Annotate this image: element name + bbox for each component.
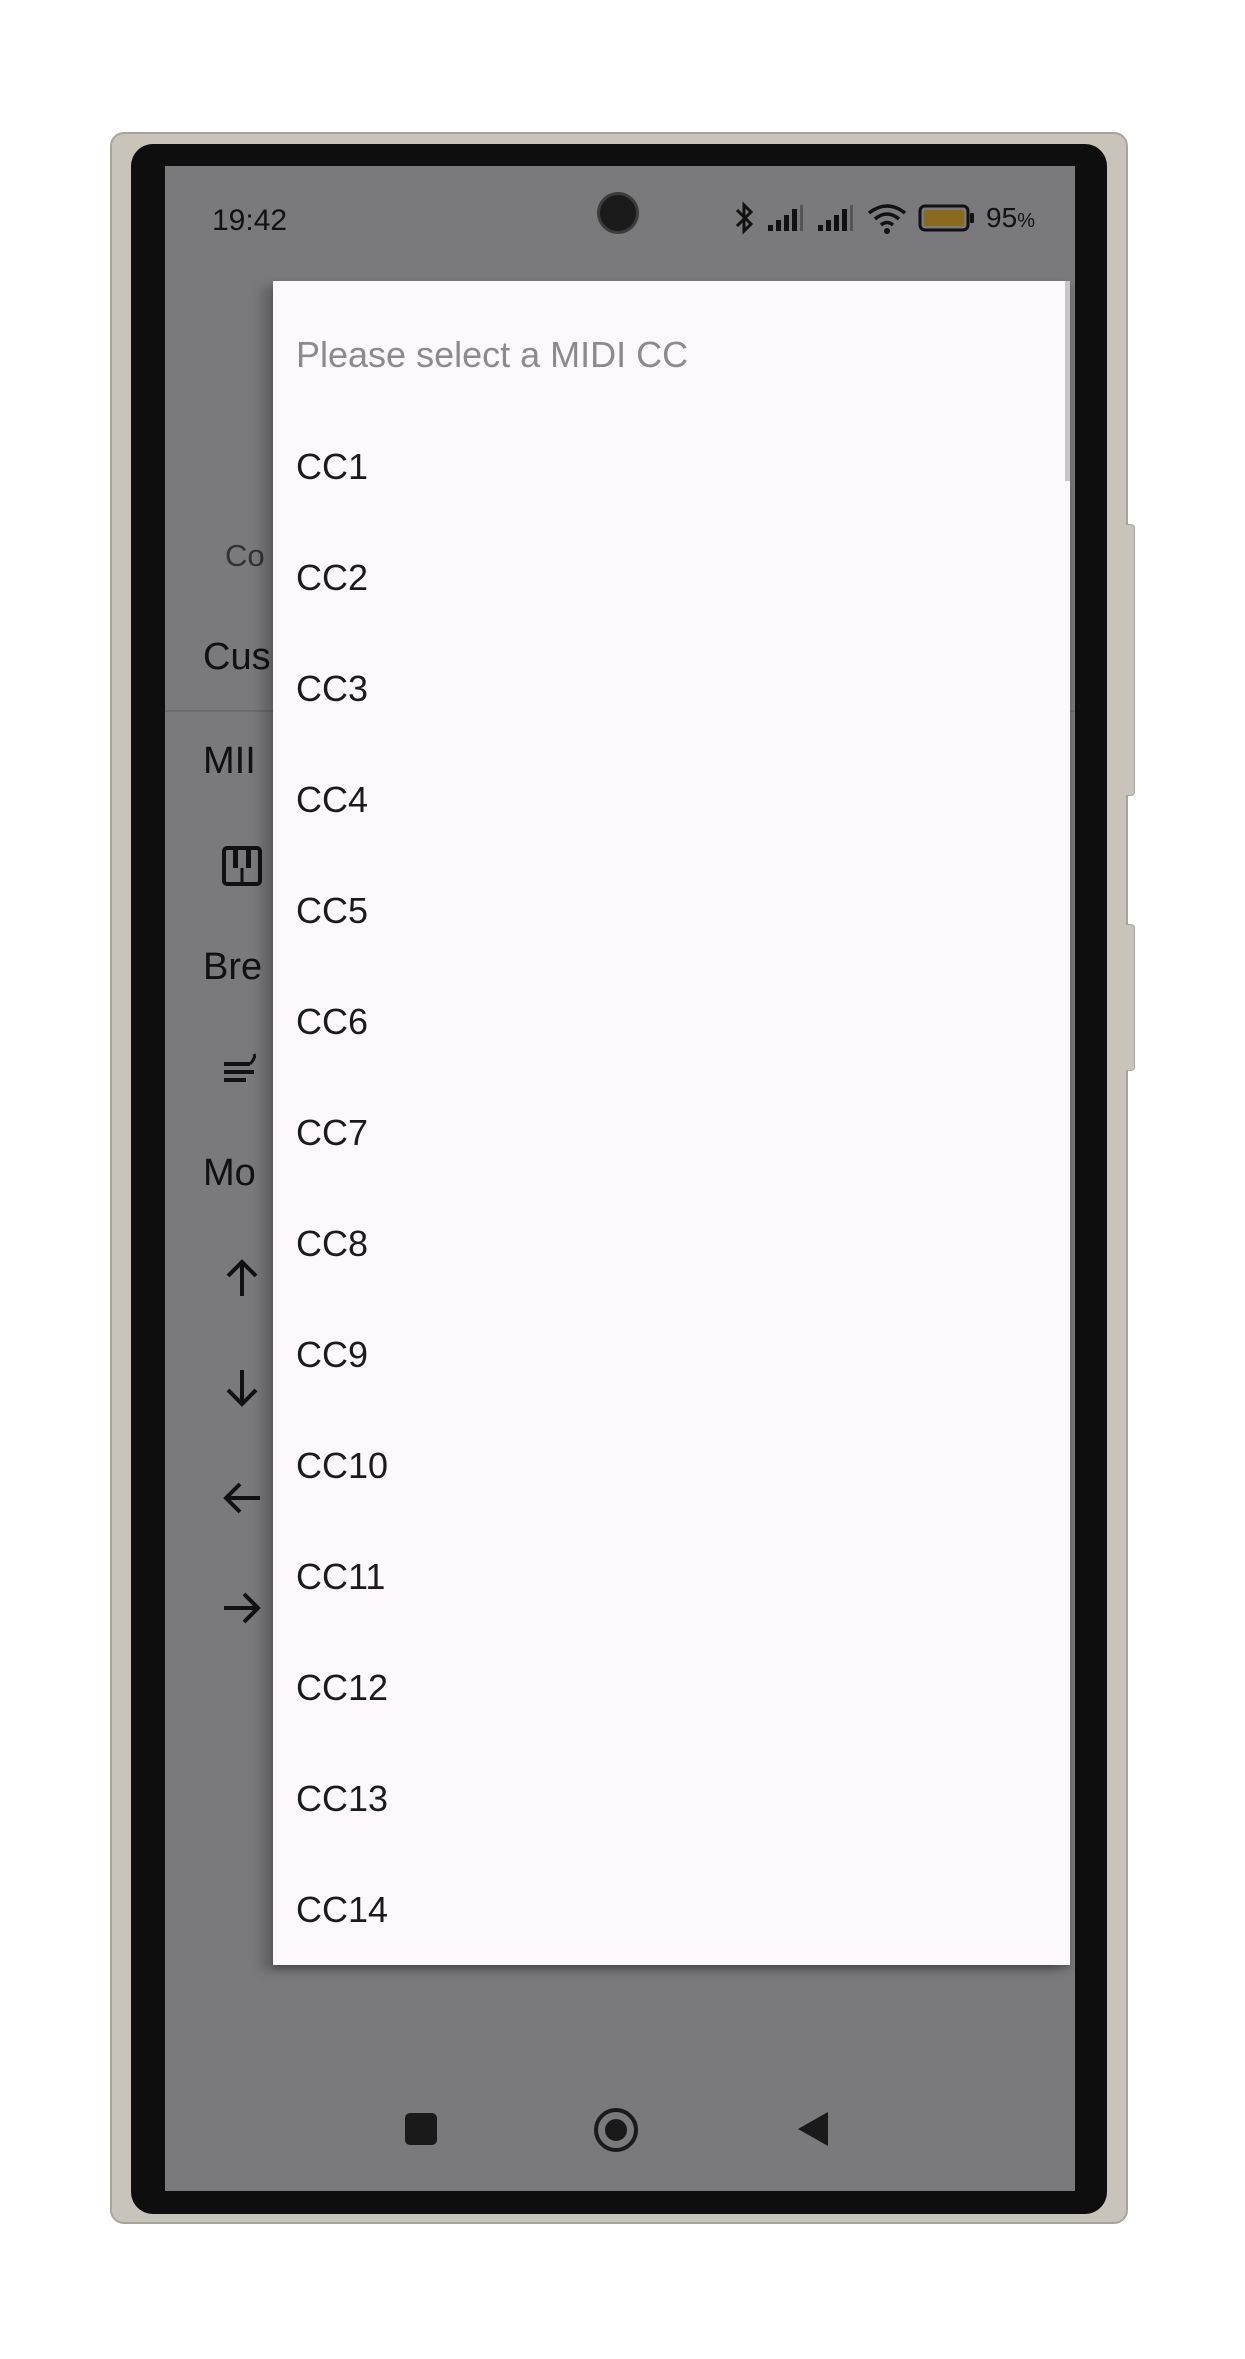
menu-item-cc5[interactable]: CC5 — [296, 855, 1056, 966]
bluetooth-icon — [734, 201, 756, 235]
arrow-left-icon — [220, 1476, 264, 1520]
signal-icon — [816, 203, 856, 233]
menu-item-cc11[interactable]: CC11 — [296, 1521, 1056, 1632]
power-button — [1126, 924, 1135, 1071]
arrow-up-icon — [220, 1256, 264, 1300]
volume-button — [1126, 524, 1135, 796]
background-heading-breath: Bre — [203, 946, 263, 988]
menu-item-cc1[interactable]: CC1 — [296, 411, 1056, 522]
menu-item-cc3[interactable]: CC3 — [296, 633, 1056, 744]
background-tab-label: Co — [225, 538, 265, 573]
menu-item-cc9[interactable]: CC9 — [296, 1299, 1056, 1410]
status-bar: 19:42 95% — [165, 166, 1075, 270]
midi-cc-dropdown-menu[interactable]: Please select a MIDI CC CC1 CC2 CC3 CC4 … — [273, 281, 1070, 1965]
menu-item-cc7[interactable]: CC7 — [296, 1077, 1056, 1188]
piano-icon — [220, 844, 264, 888]
signal-icon — [766, 203, 806, 233]
menu-item-cc13[interactable]: CC13 — [296, 1743, 1056, 1854]
menu-item-cc14[interactable]: CC14 — [296, 1854, 1056, 1965]
screen: 19:42 95% Co Cus MII Bre Mo Please selec… — [165, 166, 1075, 2191]
back-button[interactable] — [794, 2110, 830, 2153]
front-camera — [597, 192, 639, 234]
wifi-icon — [866, 201, 908, 235]
battery-percentage: 95% — [986, 202, 1035, 233]
wind-icon — [220, 1050, 264, 1094]
background-heading-motion: Mo — [203, 1152, 256, 1194]
menu-item-cc4[interactable]: CC4 — [296, 744, 1056, 855]
battery-icon — [918, 203, 976, 233]
background-heading-midi: MII — [203, 740, 256, 782]
background-heading-custom: Cus — [203, 636, 271, 678]
navigation-bar — [165, 2066, 1075, 2191]
home-button[interactable] — [593, 2107, 639, 2158]
menu-item-cc6[interactable]: CC6 — [296, 966, 1056, 1077]
recents-button[interactable] — [404, 2112, 438, 2151]
menu-item-cc10[interactable]: CC10 — [296, 1410, 1056, 1521]
menu-item-cc8[interactable]: CC8 — [296, 1188, 1056, 1299]
arrow-down-icon — [220, 1366, 264, 1410]
menu-item-cc2[interactable]: CC2 — [296, 522, 1056, 633]
menu-scrollbar[interactable] — [1065, 281, 1070, 481]
status-time: 19:42 — [212, 204, 288, 237]
arrow-right-icon — [220, 1586, 264, 1630]
dropdown-placeholder: Please select a MIDI CC — [296, 334, 689, 375]
menu-item-cc12[interactable]: CC12 — [296, 1632, 1056, 1743]
status-icons: 95% — [734, 198, 1035, 238]
battery-unit: % — [1017, 210, 1035, 232]
